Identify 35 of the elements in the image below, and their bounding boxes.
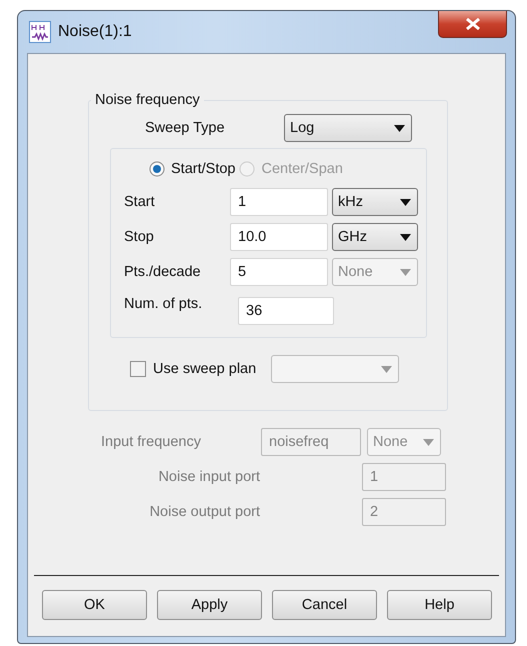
checkbox-label: Use sweep plan xyxy=(153,361,256,377)
dialog-button[interactable]: OK xyxy=(42,590,147,620)
input-field[interactable]: 36 xyxy=(238,297,334,325)
dropdown-arrow-icon xyxy=(400,198,411,206)
input-field[interactable]: 1 xyxy=(230,188,328,216)
input-field[interactable]: 5 xyxy=(230,258,328,286)
dropdown-arrow-icon xyxy=(394,124,405,132)
field-label: Noise output port xyxy=(148,504,260,520)
radio-label: Start/Stop xyxy=(171,161,236,177)
dialog-button[interactable]: Cancel xyxy=(272,590,377,620)
dropdown[interactable]: kHz xyxy=(332,188,418,216)
field-label: Start xyxy=(124,194,156,210)
dropdown[interactable]: Log xyxy=(284,114,412,142)
input-field[interactable]: 10.0 xyxy=(230,223,328,251)
dropdown-arrow-icon xyxy=(400,234,411,240)
dropdown[interactable]: GHz xyxy=(332,223,418,251)
field-label: Noise input port xyxy=(157,469,260,485)
dropdown-arrow-icon xyxy=(423,438,434,446)
field-label: Pts./decade xyxy=(124,264,202,280)
dropdown-arrow-icon xyxy=(400,268,411,276)
radio-label: Center/Span xyxy=(261,161,343,177)
close-icon xyxy=(464,18,480,30)
field-label: Stop xyxy=(124,229,155,245)
field-label: Input frequency xyxy=(101,434,202,450)
waveform-icon xyxy=(29,21,51,43)
close-button[interactable] xyxy=(438,11,507,38)
checkbox[interactable] xyxy=(130,361,146,377)
dialog-button[interactable]: Apply xyxy=(157,590,262,620)
window-title: Noise(1):1 xyxy=(58,23,132,41)
field-label: Sweep Type xyxy=(145,120,226,136)
dialog-button[interactable]: Help xyxy=(387,590,492,620)
field-label: Num. of pts. xyxy=(124,296,204,312)
group-title: Noise frequency xyxy=(94,92,201,108)
dropdown-arrow-icon xyxy=(381,366,392,372)
radio-button[interactable] xyxy=(149,161,165,177)
